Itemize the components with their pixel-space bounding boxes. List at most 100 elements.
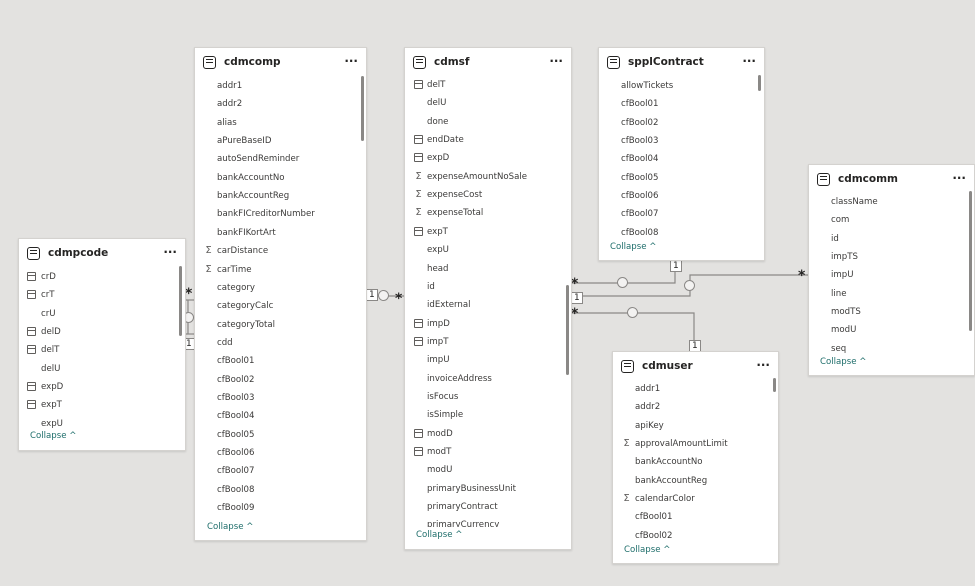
field-cfbool05[interactable]: cfBool05 (599, 169, 764, 187)
field-impu[interactable]: impU (405, 351, 571, 369)
rel-single-direction-icon[interactable] (627, 307, 638, 318)
field-expt[interactable]: expT (405, 223, 571, 241)
field-line[interactable]: line (809, 285, 974, 303)
field-list[interactable]: addr1 addr2 alias aPureBaseID autoSendRemind… (195, 77, 366, 520)
scrollbar-thumb[interactable] (361, 76, 364, 141)
table-card-cdmcomm[interactable]: cdmcomm ··· className com id impTS impU line mod… (808, 164, 975, 376)
field-done[interactable]: done (405, 113, 571, 131)
field-primarybusinessunit[interactable]: primaryBusinessUnit (405, 480, 571, 498)
field-id[interactable]: id (809, 230, 974, 248)
table-header[interactable]: cdmuser ··· (613, 352, 778, 380)
field-autosendreminder[interactable]: autoSendReminder (195, 150, 366, 168)
rel-both-direction-icon[interactable] (684, 280, 695, 291)
scrollbar-thumb[interactable] (758, 75, 761, 91)
field-cfbool08[interactable]: cfBool08 (599, 224, 764, 242)
field-cfbool09[interactable]: cfBool09 (195, 499, 366, 517)
field-expd[interactable]: expD (19, 378, 185, 396)
field-cfbool05[interactable]: cfBool05 (195, 426, 366, 444)
table-card-cdmsf[interactable]: cdmsf ··· delT delU done endDate expD ΣexpenseA… (404, 47, 572, 550)
field-seq[interactable]: seq (809, 340, 974, 357)
collapse-button[interactable]: Collapse ^ (30, 431, 76, 441)
rel-both-direction-icon[interactable] (378, 290, 389, 301)
more-options-icon[interactable]: ··· (756, 358, 770, 372)
field-cfbool04[interactable]: cfBool04 (195, 407, 366, 425)
field-bankficreditornumber[interactable]: bankFICreditorNumber (195, 205, 366, 223)
collapse-button[interactable]: Collapse ^ (624, 545, 670, 555)
field-isfocus[interactable]: isFocus (405, 388, 571, 406)
field-head[interactable]: head (405, 260, 571, 278)
field-crt[interactable]: crT (19, 286, 185, 304)
more-options-icon[interactable]: ··· (549, 54, 563, 68)
field-primarycurrency[interactable]: primaryCurrency (405, 516, 571, 527)
field-cfbool01[interactable]: cfBool01 (599, 95, 764, 113)
field-addr2[interactable]: addr2 (613, 398, 778, 416)
field-cfbool03[interactable]: cfBool03 (599, 132, 764, 150)
field-invoiceaddress[interactable]: invoiceAddress (405, 370, 571, 388)
field-categorycalc[interactable]: categoryCalc (195, 297, 366, 315)
field-list[interactable]: delT delU done endDate expD ΣexpenseAmountNoS… (405, 76, 571, 527)
table-card-spplcontract[interactable]: spplContract ··· allowTickets cfBool01 cfBoo… (598, 47, 765, 261)
rel-both-direction-icon[interactable] (617, 277, 628, 288)
field-modt[interactable]: modT (405, 443, 571, 461)
field-expensecost[interactable]: ΣexpenseCost (405, 186, 571, 204)
field-expensetotal[interactable]: ΣexpenseTotal (405, 204, 571, 222)
field-bankaccountreg[interactable]: bankAccountReg (195, 187, 366, 205)
field-cdd[interactable]: cdd (195, 334, 366, 352)
table-card-cdmcomp[interactable]: cdmcomp ··· addr1 addr2 alias aPureBaseID auto… (194, 47, 367, 541)
table-header[interactable]: spplContract ··· (599, 48, 764, 76)
more-options-icon[interactable]: ··· (344, 54, 358, 68)
field-bankfikortart[interactable]: bankFIKortArt (195, 224, 366, 242)
field-addr1[interactable]: addr1 (613, 380, 778, 398)
field-allowtickets[interactable]: allowTickets (599, 77, 764, 95)
field-apurebaseid[interactable]: aPureBaseID (195, 132, 366, 150)
field-apikey[interactable]: apiKey (613, 417, 778, 435)
field-cfbool02[interactable]: cfBool02 (599, 114, 764, 132)
field-cfbool03[interactable]: cfBool03 (195, 389, 366, 407)
field-cfbool04[interactable]: cfBool04 (599, 150, 764, 168)
field-expt[interactable]: expT (19, 396, 185, 414)
field-impu[interactable]: impU (809, 266, 974, 284)
field-delt[interactable]: delT (405, 76, 571, 94)
field-expenseamountnosale[interactable]: ΣexpenseAmountNoSale (405, 168, 571, 186)
table-header[interactable]: cdmcomp ··· (195, 48, 366, 76)
field-list[interactable]: className com id impTS impU line modTS modU seq (809, 193, 974, 357)
scrollbar-thumb[interactable] (969, 191, 972, 331)
field-calendarcolor[interactable]: ΣcalendarColor (613, 490, 778, 508)
collapse-button[interactable]: Collapse ^ (207, 522, 253, 532)
field-bankaccountreg[interactable]: bankAccountReg (613, 472, 778, 490)
field-cfbool06[interactable]: cfBool06 (599, 187, 764, 205)
field-classname[interactable]: className (809, 193, 974, 211)
field-list[interactable]: allowTickets cfBool01 cfBool02 cfBool03 cfBo… (599, 77, 764, 243)
field-expu[interactable]: expU (19, 415, 185, 430)
field-impt[interactable]: impT (405, 333, 571, 351)
field-modu[interactable]: modU (405, 461, 571, 479)
field-cfbool06[interactable]: cfBool06 (195, 444, 366, 462)
collapse-button[interactable]: Collapse ^ (610, 242, 656, 252)
field-idexternal[interactable]: idExternal (405, 296, 571, 314)
field-issimple[interactable]: isSimple (405, 406, 571, 424)
field-deld[interactable]: delD (19, 323, 185, 341)
field-expu[interactable]: expU (405, 241, 571, 259)
field-modu[interactable]: modU (809, 321, 974, 339)
scrollbar-thumb[interactable] (179, 266, 182, 336)
field-primarycontract[interactable]: primaryContract (405, 498, 571, 516)
field-id[interactable]: id (405, 278, 571, 296)
field-com[interactable]: com (809, 211, 974, 229)
field-delu[interactable]: delU (405, 94, 571, 112)
field-cfbool01[interactable]: cfBool01 (613, 508, 778, 526)
field-cfbool07[interactable]: cfBool07 (599, 205, 764, 223)
field-cfbool08[interactable]: cfBool08 (195, 481, 366, 499)
field-cfbool07[interactable]: cfBool07 (195, 462, 366, 480)
field-category[interactable]: category (195, 279, 366, 297)
field-impts[interactable]: impTS (809, 248, 974, 266)
table-card-cdmuser[interactable]: cdmuser ··· addr1 addr2 apiKey ΣapprovalAmoun… (612, 351, 779, 564)
field-modts[interactable]: modTS (809, 303, 974, 321)
field-bankaccountno[interactable]: bankAccountNo (195, 169, 366, 187)
field-cardistance[interactable]: ΣcarDistance (195, 242, 366, 260)
field-alias[interactable]: alias (195, 114, 366, 132)
more-options-icon[interactable]: ··· (952, 171, 966, 185)
scrollbar-thumb[interactable] (773, 378, 776, 392)
collapse-button[interactable]: Collapse ^ (416, 530, 462, 540)
field-cfbool02[interactable]: cfBool02 (613, 527, 778, 545)
field-crd[interactable]: crD (19, 268, 185, 286)
